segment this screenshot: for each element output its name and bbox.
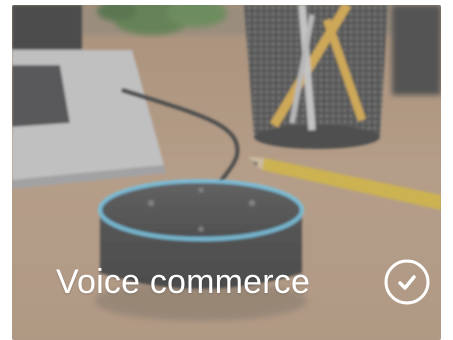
card-title: Voice commerce (56, 263, 311, 301)
check-circle-icon[interactable] (383, 258, 431, 306)
voice-commerce-card[interactable]: Voice commerce (12, 5, 441, 340)
